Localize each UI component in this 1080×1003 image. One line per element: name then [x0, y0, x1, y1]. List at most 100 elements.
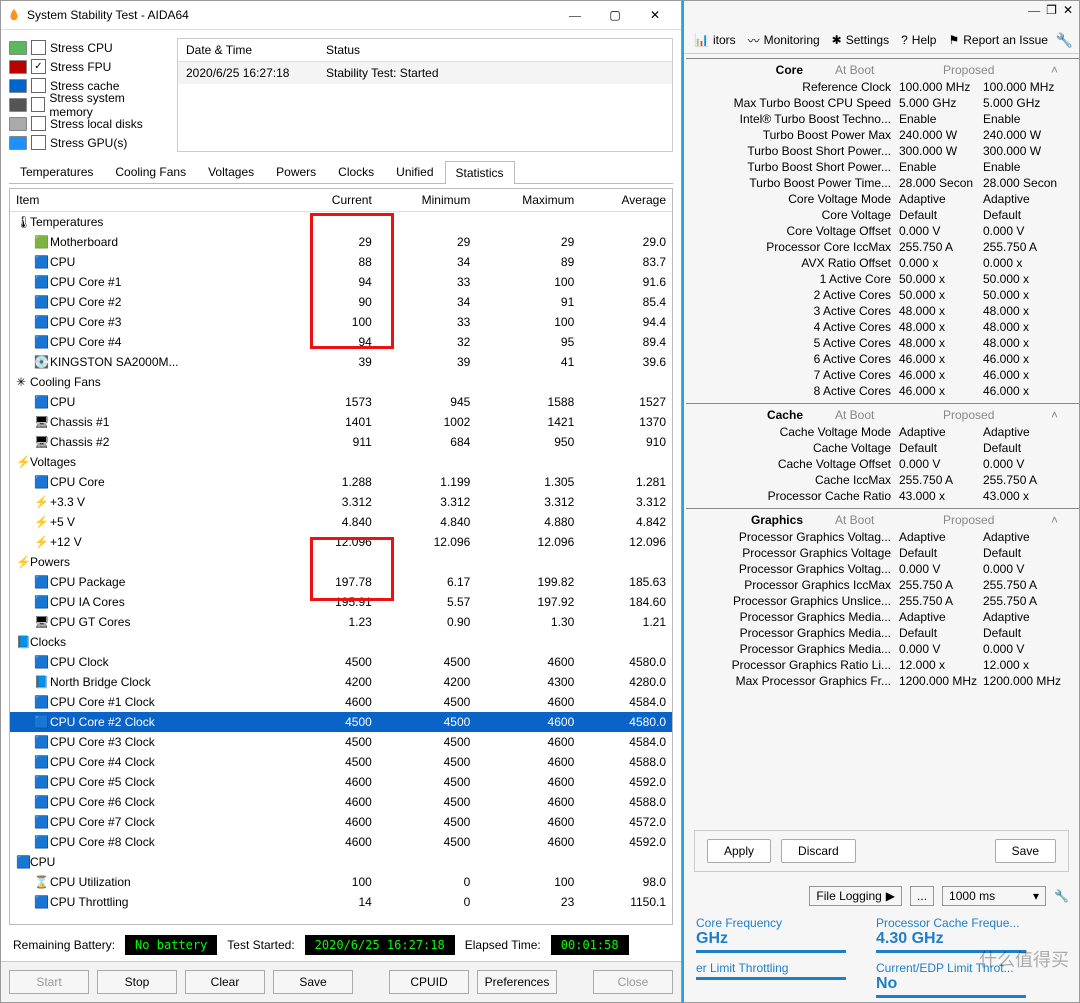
tab-unified[interactable]: Unified [385, 160, 444, 183]
monitor-card[interactable]: Core FrequencyGHz [696, 916, 846, 953]
data-row[interactable]: ⌛CPU Utilization 100010098.0 [10, 872, 672, 892]
group-row[interactable]: ⚡Voltages [10, 452, 672, 472]
setting-row[interactable]: Turbo Boost Short Power...300.000 W300.0… [686, 143, 1079, 159]
data-row[interactable]: 🟦CPU Core #3 Clock 4500450046004584.0 [10, 732, 672, 752]
minimize-button[interactable]: — [555, 3, 595, 27]
toolbar-report-an-issue[interactable]: ⚑Report an Issue [948, 33, 1047, 47]
setting-row[interactable]: Processor Graphics VoltageDefaultDefault [686, 545, 1079, 561]
setting-row[interactable]: 6 Active Cores46.000 x46.000 x [686, 351, 1079, 367]
setting-row[interactable]: Max Turbo Boost CPU Speed5.000 GHz5.000 … [686, 95, 1079, 111]
data-row[interactable]: 🖥CPU GT Cores 1.230.901.301.21 [10, 612, 672, 632]
interval-select[interactable]: 1000 ms▾ [942, 886, 1046, 906]
setting-row[interactable]: 5 Active Cores48.000 x48.000 x [686, 335, 1079, 351]
stress-checkbox[interactable] [31, 135, 46, 150]
xtu-main[interactable]: Core At Boot Proposed ˄Reference Clock10… [684, 54, 1079, 822]
setting-row[interactable]: Reference Clock100.000 MHz100.000 MHz [686, 79, 1079, 95]
group-row[interactable]: 📘Clocks [10, 632, 672, 652]
toolbar-itors[interactable]: 📊itors [694, 33, 736, 47]
tab-temperatures[interactable]: Temperatures [9, 160, 104, 183]
setting-row[interactable]: 4 Active Cores48.000 x48.000 x [686, 319, 1079, 335]
stress-checkbox[interactable] [31, 97, 46, 112]
setting-row[interactable]: Turbo Boost Power Max240.000 W240.000 W [686, 127, 1079, 143]
stress-checkbox[interactable] [31, 78, 46, 93]
setting-row[interactable]: Cache Voltage ModeAdaptiveAdaptive [686, 424, 1079, 440]
setting-row[interactable]: 7 Active Cores46.000 x46.000 x [686, 367, 1079, 383]
data-row[interactable]: ⚡+3.3 V 3.3123.3123.3123.312 [10, 492, 672, 512]
setting-row[interactable]: Intel® Turbo Boost Techno...EnableEnable [686, 111, 1079, 127]
setting-row[interactable]: Processor Graphics Media...AdaptiveAdapt… [686, 609, 1079, 625]
save-button[interactable]: Save [995, 839, 1056, 863]
statistics-grid[interactable]: ItemCurrentMinimumMaximumAverage🌡Tempera… [9, 188, 673, 925]
setting-row[interactable]: 1 Active Core50.000 x50.000 x [686, 271, 1079, 287]
discard-button[interactable]: Discard [781, 839, 856, 863]
tab-voltages[interactable]: Voltages [197, 160, 265, 183]
setting-row[interactable]: Processor Graphics Media...DefaultDefaul… [686, 625, 1079, 641]
data-row[interactable]: 🟦CPU Core #1 Clock 4600450046004584.0 [10, 692, 672, 712]
col-current[interactable]: Current [293, 189, 377, 212]
col-item[interactable]: Item [10, 189, 293, 212]
tab-statistics[interactable]: Statistics [445, 161, 515, 184]
col-maximum[interactable]: Maximum [476, 189, 580, 212]
toolbar-help[interactable]: ?Help [901, 33, 936, 47]
collapse-icon[interactable]: ˄ [1051, 513, 1061, 527]
group-row[interactable]: 🟦CPU [10, 852, 672, 872]
col-minimum[interactable]: Minimum [378, 189, 477, 212]
setting-row[interactable]: Turbo Boost Short Power...EnableEnable [686, 159, 1079, 175]
ellipsis-button[interactable]: ... [910, 886, 934, 906]
data-row[interactable]: 🟦CPU Core #8 Clock 4600450046004592.0 [10, 832, 672, 852]
data-row[interactable]: 🟦CPU Core #2 Clock 4500450046004580.0 [10, 712, 672, 732]
monitor-card[interactable]: er Limit Throttling [696, 961, 846, 998]
data-row[interactable]: 🖥Chassis #1 1401100214211370 [10, 412, 672, 432]
data-row[interactable]: 🖥Chassis #2 911684950910 [10, 432, 672, 452]
cpuid-button[interactable]: CPUID [389, 970, 469, 994]
setting-row[interactable]: Processor Graphics IccMax255.750 A255.75… [686, 577, 1079, 593]
xtu-close-button[interactable]: ✕ [1063, 3, 1073, 25]
xtu-restore-button[interactable]: ❐ [1046, 3, 1057, 25]
toolbar-monitoring[interactable]: 〰Monitoring [748, 32, 820, 49]
file-logging-toggle[interactable]: File Logging▶ [809, 886, 902, 906]
setting-row[interactable]: Max Processor Graphics Fr...1200.000 MHz… [686, 673, 1079, 689]
apply-button[interactable]: Apply [707, 839, 771, 863]
clear-button[interactable]: Clear [185, 970, 265, 994]
data-row[interactable]: 🟦CPU Clock 4500450046004580.0 [10, 652, 672, 672]
setting-row[interactable]: Processor Graphics Voltag...AdaptiveAdap… [686, 529, 1079, 545]
wrench-icon[interactable]: 🔧 [1054, 889, 1069, 903]
setting-row[interactable]: Turbo Boost Power Time...28.000 Secon28.… [686, 175, 1079, 191]
collapse-icon[interactable]: ˄ [1051, 63, 1061, 77]
setting-row[interactable]: Processor Graphics Unslice...255.750 A25… [686, 593, 1079, 609]
setting-row[interactable]: 3 Active Cores48.000 x48.000 x [686, 303, 1079, 319]
stop-button[interactable]: Stop [97, 970, 177, 994]
setting-row[interactable]: Cache VoltageDefaultDefault [686, 440, 1079, 456]
data-row[interactable]: ⚡+5 V 4.8404.8404.8804.842 [10, 512, 672, 532]
preferences-button[interactable]: Preferences [477, 970, 557, 994]
setting-row[interactable]: Core Voltage ModeAdaptiveAdaptive [686, 191, 1079, 207]
setting-row[interactable]: 8 Active Cores46.000 x46.000 x [686, 383, 1079, 399]
setting-row[interactable]: Processor Graphics Voltag...0.000 V0.000… [686, 561, 1079, 577]
data-row[interactable]: 🟦CPU Throttling 140231150.1 [10, 892, 672, 912]
tab-cooling-fans[interactable]: Cooling Fans [104, 160, 197, 183]
group-row[interactable]: ✳Cooling Fans [10, 372, 672, 392]
data-row[interactable]: 🟦CPU Core #4 Clock 4500450046004588.0 [10, 752, 672, 772]
setting-row[interactable]: Core Voltage Offset0.000 V0.000 V [686, 223, 1079, 239]
setting-row[interactable]: Cache Voltage Offset0.000 V0.000 V [686, 456, 1079, 472]
data-row[interactable]: 💽KINGSTON SA2000M... 39394139.6 [10, 352, 672, 372]
data-row[interactable]: 🟦CPU 157394515881527 [10, 392, 672, 412]
setting-row[interactable]: AVX Ratio Offset0.000 x0.000 x [686, 255, 1079, 271]
data-row[interactable]: 🟦CPU Core #7 Clock 4600450046004572.0 [10, 812, 672, 832]
setting-row[interactable]: 2 Active Cores50.000 x50.000 x [686, 287, 1079, 303]
setting-row[interactable]: Processor Core IccMax255.750 A255.750 A [686, 239, 1079, 255]
setting-row[interactable]: Processor Graphics Media...0.000 V0.000 … [686, 641, 1079, 657]
save-button[interactable]: Save [273, 970, 353, 994]
stress-checkbox[interactable] [31, 40, 46, 55]
data-row[interactable]: 🟦CPU Core #6 Clock 4600450046004588.0 [10, 792, 672, 812]
close-button[interactable]: ✕ [635, 3, 675, 27]
wrench-icon[interactable]: 🔧 [1056, 32, 1073, 49]
stress-checkbox[interactable] [31, 116, 46, 131]
setting-row[interactable]: Processor Graphics Ratio Li...12.000 x12… [686, 657, 1079, 673]
xtu-minimize-button[interactable]: — [1028, 3, 1040, 25]
maximize-button[interactable]: ▢ [595, 3, 635, 27]
col-average[interactable]: Average [580, 189, 672, 212]
setting-row[interactable]: Cache IccMax255.750 A255.750 A [686, 472, 1079, 488]
data-row[interactable]: 🟦CPU Core 1.2881.1991.3051.281 [10, 472, 672, 492]
data-row[interactable]: 🟦CPU Core #5 Clock 4600450046004592.0 [10, 772, 672, 792]
